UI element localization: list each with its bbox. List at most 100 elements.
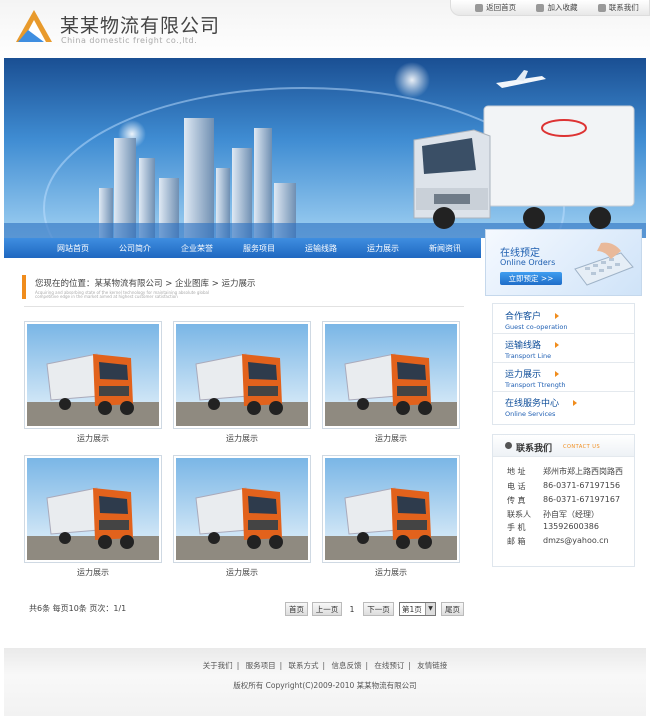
contact-label: 地 址 — [507, 467, 526, 476]
contact-value: 郑州市郑上路西岗路西 — [543, 467, 623, 476]
footer-link-about[interactable]: 关于我们 — [203, 661, 233, 670]
top-link-home[interactable]: 返回首页 — [475, 2, 516, 13]
sidebar-item-sublabel: Transport Ttrength — [505, 381, 566, 389]
top-link-favorite[interactable]: 加入收藏 — [536, 2, 577, 13]
sidebar-menu: 合作客户 Guest co-operation 运输线路 Transport L… — [492, 303, 635, 425]
footer-link-friends[interactable]: 友情链接 — [417, 661, 447, 670]
page-select[interactable]: 第1页 ▼ — [399, 602, 436, 616]
sidebar-item-label: 运输线路 — [505, 341, 542, 351]
home-icon — [475, 3, 484, 12]
footer-link-contact[interactable]: 联系方式 — [289, 661, 319, 670]
gallery-thumbnail[interactable] — [173, 321, 311, 429]
contact-row-address: 地 址 郑州市郑上路西岗路西 — [507, 466, 623, 477]
main-nav: 网站首页 公司简介 企业荣誉 服务项目 运输线路 运力展示 新闻资讯 — [4, 238, 481, 258]
chevron-down-icon: ▼ — [425, 603, 435, 615]
contact-label: 电 话 — [507, 482, 526, 491]
truck-photo — [325, 458, 457, 560]
footer-link-booking[interactable]: 在线预订 — [374, 661, 404, 670]
gallery-thumbnail[interactable] — [322, 455, 460, 563]
pager-prev-button[interactable]: 上一页 — [312, 602, 342, 616]
sidebar-item-capacity[interactable]: 运力展示 Transport Ttrength — [493, 363, 634, 392]
page: 某某物流有限公司 China domestic freight co.,ltd.… — [0, 0, 650, 716]
contact-row-email: 邮 箱 dmzs@yahoo.cn — [507, 536, 609, 547]
pager-next-button[interactable]: 下一页 — [363, 602, 394, 616]
breadcrumb-subtext: Acquiring and absorbing state of the ker… — [35, 290, 210, 299]
sidebar-item-routes[interactable]: 运输线路 Transport Line — [493, 334, 634, 363]
truck-photo — [176, 458, 308, 560]
banner-illustration — [4, 62, 646, 238]
pager-first-button[interactable]: 首页 — [285, 602, 308, 616]
breadcrumb-marker — [22, 275, 26, 299]
contact-value: 86-0371-67197156 — [543, 481, 621, 490]
nav-item-news[interactable]: 新闻资讯 — [414, 243, 476, 254]
pager-last-button[interactable]: 尾页 — [441, 602, 464, 616]
promo-title: 在线预定 — [500, 248, 540, 259]
contact-subtitle: CONTACT US — [563, 444, 601, 450]
divider — [24, 306, 464, 307]
gallery-caption[interactable]: 运力展示 — [173, 433, 311, 444]
contact-value: 13592600386 — [543, 522, 599, 531]
arrow-right-icon — [555, 370, 560, 377]
gallery-thumbnail[interactable] — [24, 455, 162, 563]
arrow-right-icon — [555, 341, 560, 348]
contact-row-mobile: 手 机 13592600386 — [507, 522, 599, 533]
pager-page-number[interactable]: 1 — [345, 602, 359, 616]
top-link-contact[interactable]: 联系我们 — [597, 2, 639, 13]
breadcrumb: 您现在的位置：某某物流有限公司 > 企业图库 > 运力展示 — [35, 279, 256, 289]
arrow-right-icon — [555, 312, 560, 319]
sidebar-item-online-services[interactable]: 在线服务中心 Online Services — [493, 392, 634, 421]
gallery-caption[interactable]: 运力展示 — [24, 567, 162, 578]
arrow-right-icon — [573, 399, 578, 406]
sidebar-item-partners[interactable]: 合作客户 Guest co-operation — [493, 305, 634, 334]
contact-label: 传 真 — [507, 496, 526, 505]
contact-box: 联系我们 CONTACT US 地 址 郑州市郑上路西岗路西 电 话 86-0371… — [492, 434, 635, 567]
truck-photo — [27, 458, 159, 560]
online-order-promo[interactable]: 在线预定 Online Orders 立即预定 >> — [485, 229, 642, 296]
gallery-caption[interactable]: 运力展示 — [322, 567, 460, 578]
brand-name: 某某物流有限公司 — [60, 15, 221, 37]
footer-separator: | — [408, 661, 411, 670]
promo-subtitle: Online Orders — [500, 258, 556, 267]
footer-separator: | — [236, 661, 240, 670]
contact-label: 联系人 — [507, 510, 531, 519]
gallery-thumbnail[interactable] — [173, 455, 311, 563]
contact-value: dmzs@yahoo.cn — [543, 536, 609, 545]
truck-photo — [325, 324, 457, 426]
footer-link-services[interactable]: 服务项目 — [246, 661, 276, 670]
mail-icon — [597, 3, 606, 12]
footer-link-feedback[interactable]: 信息反馈 — [331, 661, 361, 670]
nav-item-capacity[interactable]: 运力展示 — [352, 243, 414, 254]
order-now-button[interactable]: 立即预定 >> — [500, 272, 562, 285]
contact-icon — [505, 442, 512, 449]
gallery-caption[interactable]: 运力展示 — [322, 433, 460, 444]
nav-item-home[interactable]: 网站首页 — [42, 243, 104, 254]
favorite-icon — [536, 3, 545, 12]
gallery-caption[interactable]: 运力展示 — [24, 433, 162, 444]
footer-separator: | — [279, 661, 283, 670]
contact-title: 联系我们 — [516, 444, 553, 454]
footer-links: 关于我们 | 服务项目 | 联系方式 | 信息反馈 | 在线预订 | 友情链接 — [0, 660, 650, 671]
nav-item-honors[interactable]: 企业荣誉 — [166, 243, 228, 254]
top-links: 返回首页 加入收藏 联系我们 — [450, 0, 650, 16]
gallery-caption[interactable]: 运力展示 — [173, 567, 311, 578]
sidebar-item-sublabel: Transport Line — [505, 352, 552, 360]
sidebar-item-sublabel: Guest co-operation — [505, 323, 568, 331]
footer-separator: | — [365, 661, 368, 670]
sidebar-item-label: 在线服务中心 — [505, 399, 560, 409]
footer-separator: | — [322, 661, 326, 670]
contact-row-phone: 电 话 86-0371-67197156 — [507, 481, 620, 492]
sidebar-item-sublabel: Online Services — [505, 410, 556, 418]
nav-item-services[interactable]: 服务项目 — [228, 243, 290, 254]
gallery-thumbnail[interactable] — [24, 321, 162, 429]
truck-photo — [27, 324, 159, 426]
contact-row-fax: 传 真 86-0371-67197167 — [507, 495, 620, 506]
pager-info: 共6条 每页10条 页次：1/1 — [29, 604, 127, 613]
sidebar-item-label: 运力展示 — [505, 370, 542, 380]
company-logo — [16, 10, 52, 42]
nav-item-about[interactable]: 公司简介 — [104, 243, 166, 254]
contact-header: 联系我们 CONTACT US — [493, 435, 634, 457]
page-select-value: 第1页 — [402, 604, 422, 614]
gallery-thumbnail[interactable] — [322, 321, 460, 429]
nav-item-routes[interactable]: 运输线路 — [290, 243, 352, 254]
contact-row-person: 联系人 孙自军（经理） — [507, 509, 599, 520]
